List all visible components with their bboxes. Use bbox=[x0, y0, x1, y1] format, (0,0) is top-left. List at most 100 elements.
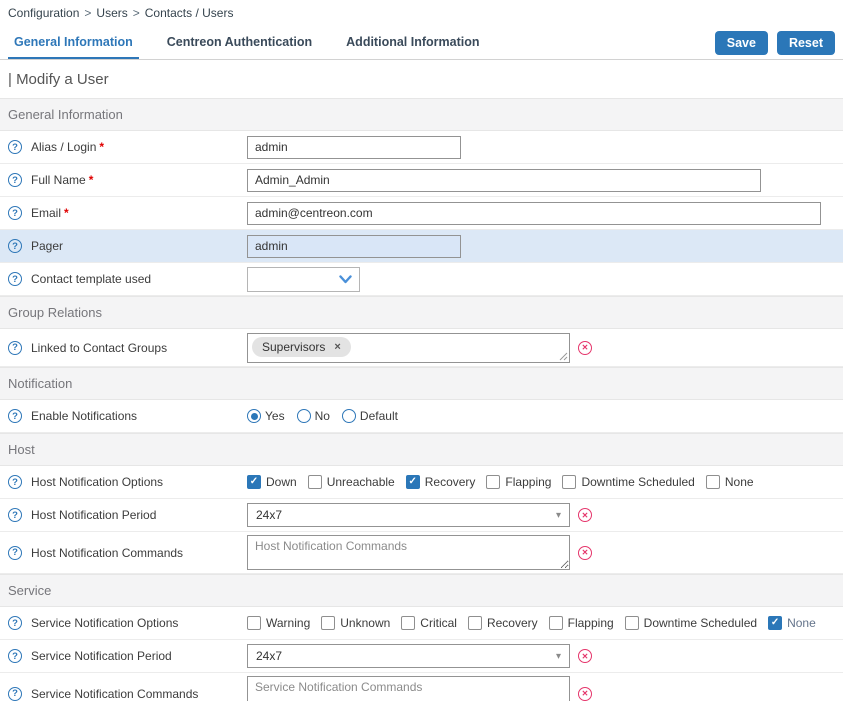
field-label-cell: ? Host Notification Options bbox=[8, 475, 247, 489]
breadcrumb-configuration[interactable]: Configuration bbox=[8, 6, 79, 20]
section-header-notification: Notification bbox=[0, 367, 843, 400]
help-icon[interactable]: ? bbox=[8, 341, 22, 355]
checkbox-host-unreachable[interactable]: ✓ Unreachable bbox=[308, 475, 395, 489]
page-title: | Modify a User bbox=[0, 60, 843, 98]
checkbox-icon[interactable]: ✓ bbox=[625, 616, 639, 630]
radio-no[interactable]: No bbox=[297, 409, 330, 423]
checkbox-host-downtime-scheduled[interactable]: ✓ Downtime Scheduled bbox=[562, 475, 694, 489]
field-label: Host Notification Options bbox=[31, 475, 163, 489]
form-row-host-commands: ? Host Notification Commands ✕ bbox=[0, 532, 843, 574]
reset-button[interactable]: Reset bbox=[777, 31, 835, 55]
required-asterisk: * bbox=[64, 206, 69, 220]
breadcrumb-separator: > bbox=[84, 6, 91, 20]
alias-login-input[interactable] bbox=[247, 136, 461, 159]
checkbox-service-downtime-scheduled[interactable]: ✓ Downtime Scheduled bbox=[625, 616, 757, 630]
radio-default[interactable]: Default bbox=[342, 409, 398, 423]
clear-selection-icon[interactable]: ✕ bbox=[578, 546, 592, 560]
checkbox-icon[interactable]: ✓ bbox=[247, 475, 261, 489]
help-icon[interactable]: ? bbox=[8, 508, 22, 522]
tag-remove-icon[interactable]: × bbox=[334, 341, 340, 353]
required-asterisk: * bbox=[99, 140, 104, 154]
form-row-service-period: ? Service Notification Period 24x7 ▾ ✕ bbox=[0, 640, 843, 673]
field-label-cell: ? Host Notification Period bbox=[8, 508, 247, 522]
checkbox-service-flapping[interactable]: ✓ Flapping bbox=[549, 616, 614, 630]
help-icon[interactable]: ? bbox=[8, 409, 22, 423]
checkbox-icon[interactable]: ✓ bbox=[321, 616, 335, 630]
clear-selection-icon[interactable]: ✕ bbox=[578, 341, 592, 355]
email-input[interactable] bbox=[247, 202, 821, 225]
contact-groups-multiselect[interactable]: Supervisors × bbox=[247, 333, 570, 363]
service-period-select[interactable]: 24x7 ▾ bbox=[247, 644, 570, 668]
help-icon[interactable]: ? bbox=[8, 206, 22, 220]
checkbox-host-flapping[interactable]: ✓ Flapping bbox=[486, 475, 551, 489]
checkbox-icon[interactable]: ✓ bbox=[486, 475, 500, 489]
checkbox-icon[interactable]: ✓ bbox=[768, 616, 782, 630]
field-label-cell: ? Linked to Contact Groups bbox=[8, 341, 247, 355]
clear-selection-icon[interactable]: ✕ bbox=[578, 508, 592, 522]
breadcrumb-contacts-users[interactable]: Contacts / Users bbox=[145, 6, 234, 20]
caret-down-icon: ▾ bbox=[556, 651, 561, 662]
section-header-general-information: General Information bbox=[0, 98, 843, 131]
section-header-group-relations: Group Relations bbox=[0, 296, 843, 329]
full-name-input[interactable] bbox=[247, 169, 761, 192]
service-commands-textarea[interactable] bbox=[247, 676, 570, 701]
help-icon[interactable]: ? bbox=[8, 546, 22, 560]
checkbox-icon[interactable]: ✓ bbox=[706, 475, 720, 489]
checkbox-service-none[interactable]: ✓ None bbox=[768, 616, 816, 630]
form-row-pager: ? Pager bbox=[0, 230, 843, 263]
checkbox-icon[interactable]: ✓ bbox=[468, 616, 482, 630]
checkbox-service-critical[interactable]: ✓ Critical bbox=[401, 616, 457, 630]
breadcrumb-users[interactable]: Users bbox=[96, 6, 127, 20]
radio-yes[interactable]: Yes bbox=[247, 409, 285, 423]
field-label-cell: ? Contact template used bbox=[8, 272, 247, 286]
help-icon[interactable]: ? bbox=[8, 649, 22, 663]
radio-icon[interactable] bbox=[247, 409, 261, 423]
checkbox-host-down[interactable]: ✓ Down bbox=[247, 475, 297, 489]
field-label-cell: ? Service Notification Commands bbox=[8, 687, 247, 701]
checkbox-icon[interactable]: ✓ bbox=[247, 616, 261, 630]
help-icon[interactable]: ? bbox=[8, 140, 22, 154]
resize-grip-icon[interactable] bbox=[559, 352, 568, 361]
form-row-enable-notifications: ? Enable Notifications Yes No Default bbox=[0, 400, 843, 433]
help-icon[interactable]: ? bbox=[8, 687, 22, 701]
host-period-select[interactable]: 24x7 ▾ bbox=[247, 503, 570, 527]
tab-general-information[interactable]: General Information bbox=[8, 26, 139, 59]
required-asterisk: * bbox=[89, 173, 94, 187]
save-button[interactable]: Save bbox=[715, 31, 768, 55]
checkbox-service-unknown[interactable]: ✓ Unknown bbox=[321, 616, 390, 630]
help-icon[interactable]: ? bbox=[8, 173, 22, 187]
form-row-host-period: ? Host Notification Period 24x7 ▾ ✕ bbox=[0, 499, 843, 532]
breadcrumb-separator: > bbox=[133, 6, 140, 20]
breadcrumb: Configuration > Users > Contacts / Users bbox=[0, 0, 843, 24]
form-row-email: ? Email* bbox=[0, 197, 843, 230]
help-icon[interactable]: ? bbox=[8, 272, 22, 286]
checkbox-host-none[interactable]: ✓ None bbox=[706, 475, 754, 489]
help-icon[interactable]: ? bbox=[8, 616, 22, 630]
field-label: Host Notification Period bbox=[31, 508, 156, 522]
checkbox-icon[interactable]: ✓ bbox=[562, 475, 576, 489]
host-commands-textarea[interactable] bbox=[247, 535, 570, 570]
checkbox-icon[interactable]: ✓ bbox=[406, 475, 420, 489]
pager-input[interactable] bbox=[247, 235, 461, 258]
field-label-cell: ? Email* bbox=[8, 206, 247, 220]
tab-additional-information[interactable]: Additional Information bbox=[340, 26, 485, 59]
help-icon[interactable]: ? bbox=[8, 239, 22, 253]
section-header-host: Host bbox=[0, 433, 843, 466]
help-icon[interactable]: ? bbox=[8, 475, 22, 489]
checkbox-icon[interactable]: ✓ bbox=[549, 616, 563, 630]
checkbox-service-warning[interactable]: ✓ Warning bbox=[247, 616, 310, 630]
field-label: Contact template used bbox=[31, 272, 151, 286]
checkbox-host-recovery[interactable]: ✓ Recovery bbox=[406, 475, 476, 489]
field-label-cell: ? Service Notification Options bbox=[8, 616, 247, 630]
clear-selection-icon[interactable]: ✕ bbox=[578, 649, 592, 663]
checkbox-icon[interactable]: ✓ bbox=[401, 616, 415, 630]
radio-icon[interactable] bbox=[342, 409, 356, 423]
contact-template-select[interactable] bbox=[247, 267, 360, 292]
clear-selection-icon[interactable]: ✕ bbox=[578, 687, 592, 701]
tab-centreon-authentication[interactable]: Centreon Authentication bbox=[161, 26, 318, 59]
checkbox-service-recovery[interactable]: ✓ Recovery bbox=[468, 616, 538, 630]
field-label-cell: ? Service Notification Period bbox=[8, 649, 247, 663]
checkbox-icon[interactable]: ✓ bbox=[308, 475, 322, 489]
caret-down-icon: ▾ bbox=[556, 510, 561, 521]
radio-icon[interactable] bbox=[297, 409, 311, 423]
